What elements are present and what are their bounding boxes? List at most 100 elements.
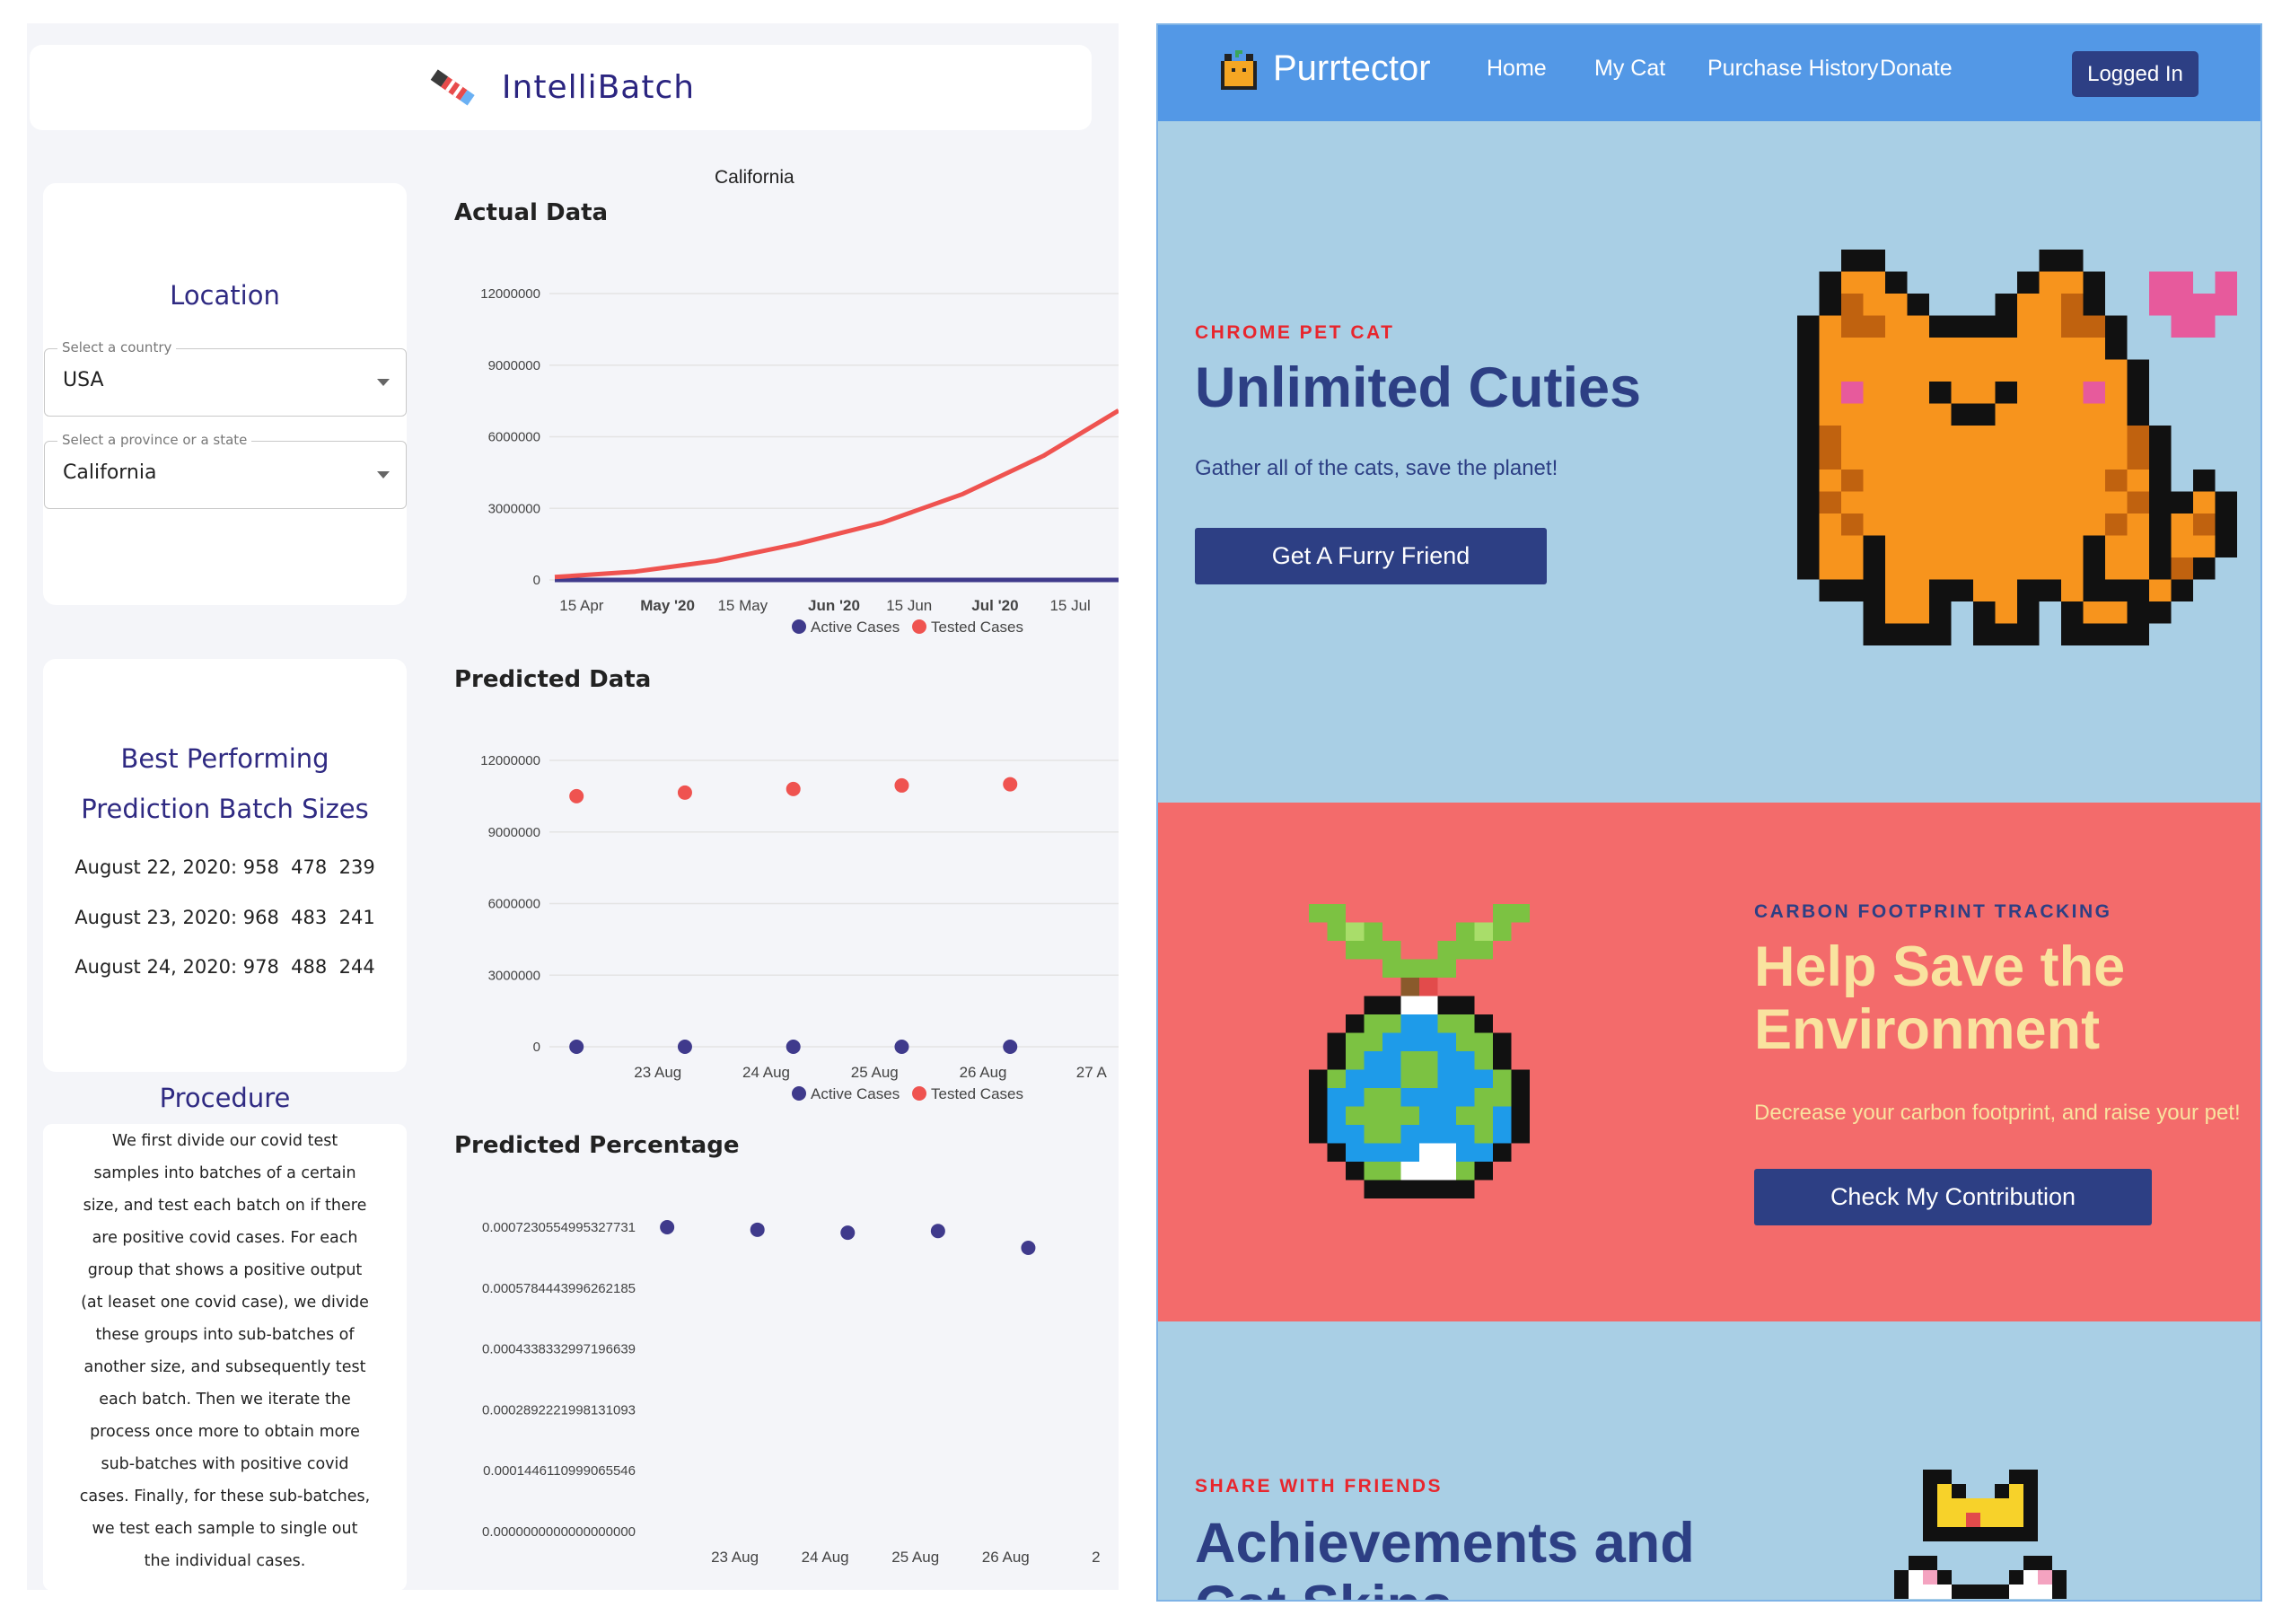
get-furry-friend-button[interactable]: Get A Furry Friend bbox=[1195, 528, 1547, 584]
cat-pixel bbox=[1973, 557, 1996, 580]
crown-pixel bbox=[2009, 1470, 2023, 1484]
cat-pixel bbox=[1819, 535, 1841, 557]
nav-my-cat[interactable]: My Cat bbox=[1594, 56, 1665, 82]
cat-pixel bbox=[2215, 535, 2237, 557]
cat-pixel bbox=[1929, 315, 1952, 338]
earth-pixel bbox=[1346, 1051, 1365, 1070]
nav-donate[interactable]: Donate bbox=[1880, 56, 1953, 82]
cat-pixel bbox=[2083, 535, 2105, 557]
cat-pixel bbox=[1841, 315, 1864, 338]
crown-pixel bbox=[1923, 1470, 1937, 1484]
earth-pixel bbox=[1327, 1069, 1346, 1088]
earth-pixel bbox=[1346, 1088, 1365, 1107]
cat-pixel bbox=[1841, 557, 1864, 580]
nav-home[interactable]: Home bbox=[1487, 56, 1547, 82]
cat-pixel bbox=[1929, 579, 1952, 601]
crown-pixel bbox=[1923, 1513, 1937, 1527]
cat-pixel bbox=[1995, 359, 2017, 382]
nav-purchase-history[interactable]: Purchase History bbox=[1707, 56, 1878, 82]
tested-cases-point bbox=[677, 785, 692, 800]
check-contribution-button[interactable]: Check My Contribution bbox=[1754, 1169, 2152, 1225]
cat-pixel bbox=[2193, 514, 2216, 536]
cat-pixel bbox=[2171, 579, 2193, 601]
earth-pixel bbox=[1364, 941, 1382, 960]
crown-pixel bbox=[1980, 1498, 1995, 1513]
x-tick-label: Jul '20 bbox=[971, 597, 1018, 614]
cat-pixel bbox=[2171, 557, 2193, 580]
predicted-percentage-chart: 0.0007230554995327731 0.00057844439962621… bbox=[482, 1220, 1101, 1566]
cat-pixel bbox=[1863, 338, 1885, 360]
cat-pixel bbox=[1951, 447, 1973, 470]
crown-pixel bbox=[2009, 1513, 2023, 1527]
earth-pixel bbox=[1474, 1162, 1493, 1181]
cat-pixel bbox=[2039, 403, 2061, 426]
cat-pixel bbox=[2193, 535, 2216, 557]
earth-pixel bbox=[1419, 1180, 1438, 1198]
crown-pixel bbox=[1980, 1584, 1995, 1599]
cat-pixel bbox=[1951, 338, 1973, 360]
procedure-line: process once more to obtain more bbox=[90, 1423, 360, 1441]
cat-pixel bbox=[2061, 338, 2084, 360]
cat-pixel bbox=[2039, 535, 2061, 557]
state-select[interactable]: Select a province or a state California bbox=[44, 432, 407, 509]
cat-pixel bbox=[2061, 470, 2084, 492]
best-row: August 22, 2020: 958 478 239 bbox=[75, 856, 375, 878]
cat-pixel bbox=[2149, 447, 2172, 470]
earth-pixel bbox=[1327, 1106, 1346, 1125]
crown-pixel bbox=[1937, 1584, 1952, 1599]
cat-pixel bbox=[2061, 294, 2084, 316]
procedure-line: size, and test each batch on if there bbox=[83, 1197, 367, 1215]
crown-pixel bbox=[1937, 1513, 1952, 1527]
crown-pixel bbox=[2009, 1498, 2023, 1513]
cat-pixel bbox=[1995, 382, 2017, 404]
cat-pixel bbox=[1885, 557, 1908, 580]
earth-pixel bbox=[1474, 941, 1493, 960]
earth-pixel bbox=[1437, 959, 1456, 978]
hero-title: Unlimited Cuties bbox=[1195, 356, 1642, 419]
earth-pixel bbox=[1364, 996, 1382, 1014]
earth-pixel bbox=[1327, 1125, 1346, 1144]
cat-pixel bbox=[2171, 294, 2193, 316]
crown-pixel bbox=[1995, 1498, 2009, 1513]
brand-name: IntelliBatch bbox=[501, 69, 696, 106]
cat-pixel bbox=[1841, 294, 1864, 316]
cat-pixel bbox=[1951, 535, 1973, 557]
crown-pixel bbox=[1937, 1470, 1952, 1484]
cat-pixel bbox=[2127, 447, 2149, 470]
cat-pixel bbox=[1929, 470, 1952, 492]
country-select[interactable]: Select a country USA bbox=[44, 339, 407, 417]
cat-pixel bbox=[1929, 623, 1952, 645]
crown-pixel bbox=[1937, 1498, 1952, 1513]
cat-pixel bbox=[1819, 514, 1841, 536]
earth-pixel bbox=[1437, 1032, 1456, 1051]
cat-pixel bbox=[1885, 382, 1908, 404]
cat-pixel bbox=[2149, 579, 2172, 601]
earth-pixel bbox=[1456, 1069, 1475, 1088]
cat-pixel bbox=[1907, 447, 1929, 470]
x-tick-label: 15 May bbox=[717, 597, 768, 614]
cat-pixel bbox=[1973, 315, 1996, 338]
cat-pixel bbox=[2061, 359, 2084, 382]
cat-pixel bbox=[1819, 557, 1841, 580]
cat-pixel bbox=[1995, 294, 2017, 316]
cat-pixel bbox=[2193, 491, 2216, 514]
cat-pixel bbox=[2105, 514, 2128, 536]
earth-pixel bbox=[1346, 922, 1365, 941]
cat-logo-icon bbox=[1221, 50, 1257, 90]
cat-pixel bbox=[2039, 271, 2061, 294]
earth-pixel bbox=[1346, 1106, 1365, 1125]
cat-pixel bbox=[1951, 514, 1973, 536]
cat-pixel bbox=[1863, 403, 1885, 426]
cat-pixel bbox=[1907, 470, 1929, 492]
cat-pixel bbox=[2061, 623, 2084, 645]
earth-pixel bbox=[1364, 1106, 1382, 1125]
crown-pixel bbox=[1980, 1513, 1995, 1527]
environment-eyebrow: CARBON FOOTPRINT TRACKING bbox=[1754, 901, 2112, 922]
crown-pixel bbox=[1995, 1584, 2009, 1599]
cat-pixel bbox=[2083, 557, 2105, 580]
cat-pixel bbox=[2061, 250, 2084, 272]
cat-pixel bbox=[2061, 271, 2084, 294]
y-tick-label: 0.0004338332997196639 bbox=[482, 1342, 636, 1357]
logged-in-button[interactable]: Logged In bbox=[2072, 51, 2199, 97]
brand-name[interactable]: Purrtector bbox=[1273, 48, 1431, 89]
